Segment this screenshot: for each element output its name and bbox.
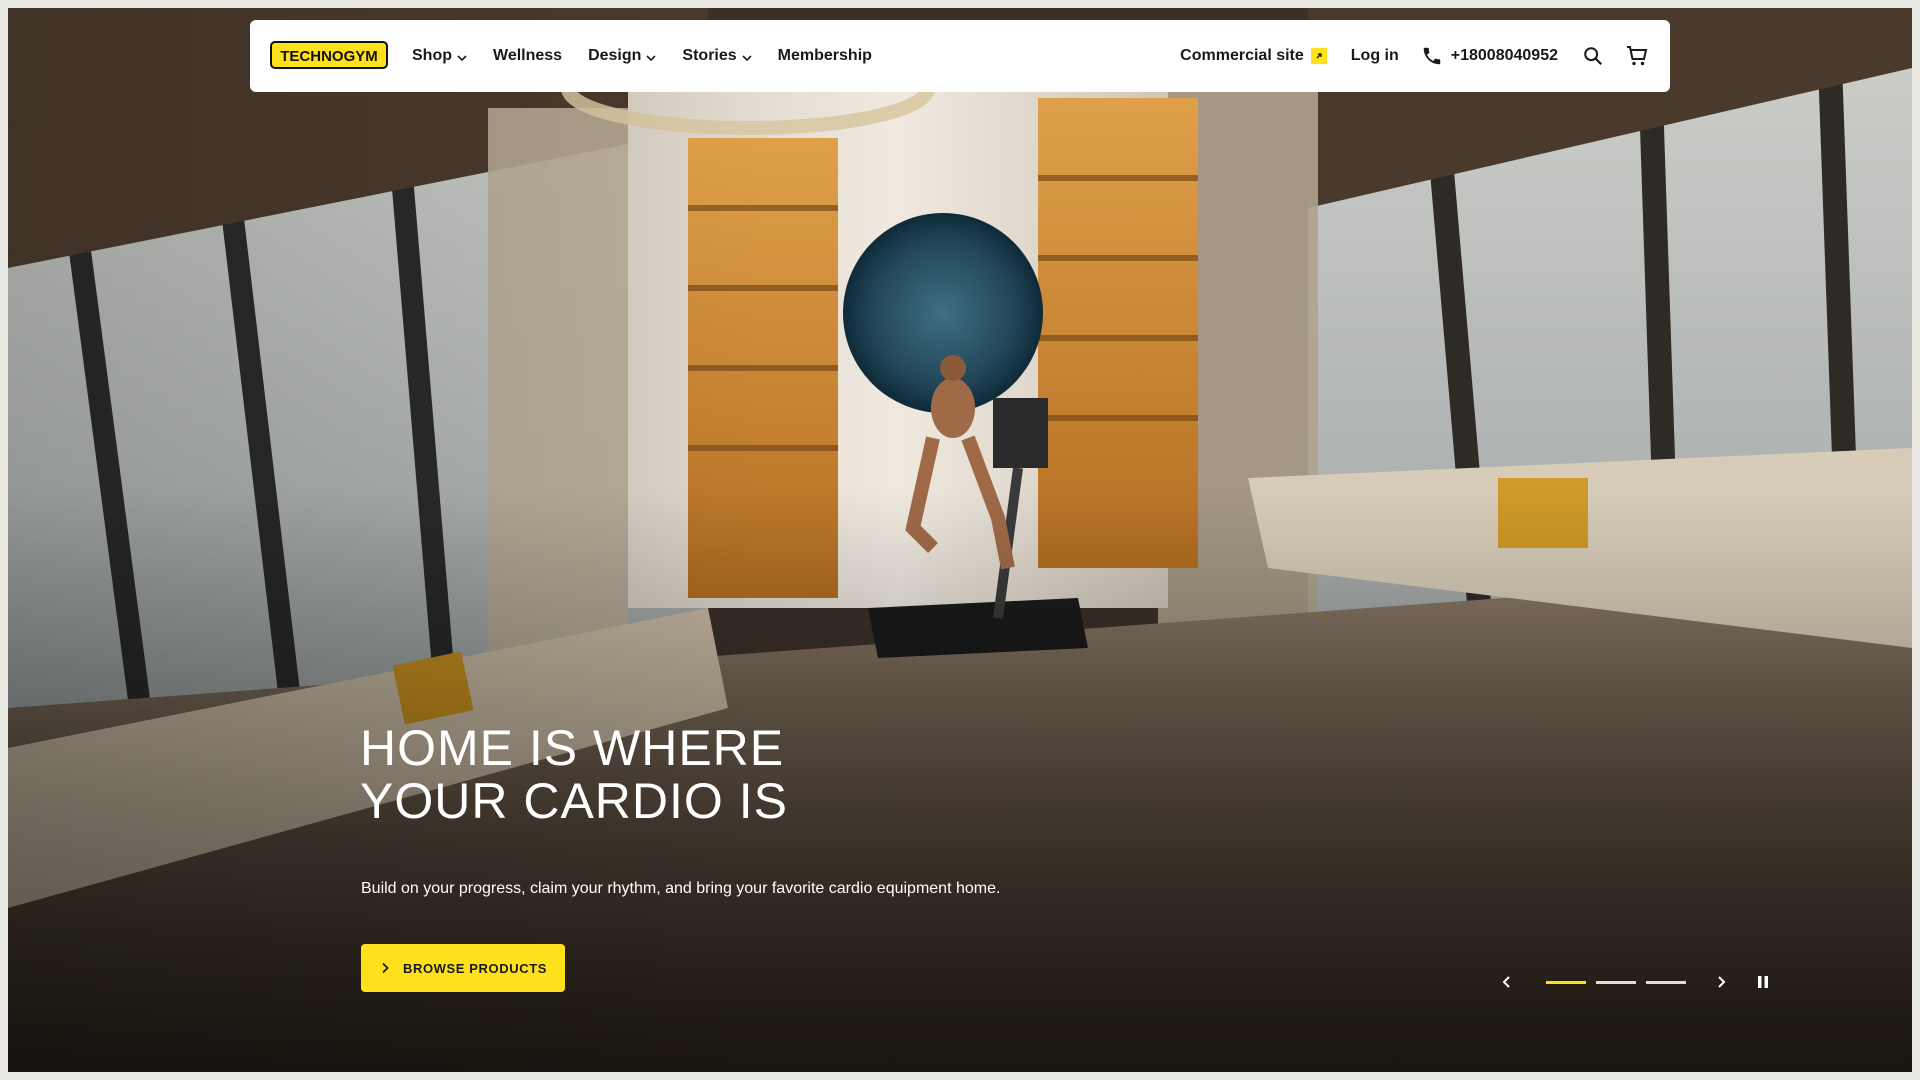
hero-subtext: Build on your progress, claim your rhyth… <box>361 880 1001 897</box>
nav-shop-label: Shop <box>412 47 452 64</box>
external-link-icon <box>1310 48 1327 64</box>
header-utilities: Commercial site Log in +18008040952 <box>1180 43 1650 69</box>
technogym-logo[interactable]: TECHNOGYM <box>270 39 388 73</box>
carousel-dots <box>1546 980 1686 984</box>
login-label: Log in <box>1350 47 1399 64</box>
cart-icon <box>1627 46 1648 66</box>
nav-membership-label: Membership <box>777 47 872 64</box>
hero-overlay <box>8 8 1912 1072</box>
nav-shop[interactable]: Shop <box>412 47 467 65</box>
browse-products-button[interactable]: BROWSE PRODUCTS <box>361 944 565 992</box>
phone-link[interactable]: +18008040952 <box>1421 45 1558 67</box>
svg-text:TECHNOGYM: TECHNOGYM <box>280 48 378 65</box>
nav-stories-label: Stories <box>682 47 737 64</box>
carousel-controls <box>1496 970 1774 994</box>
phone-number: +18008040952 <box>1450 47 1558 64</box>
chevron-down-icon <box>457 54 467 61</box>
chevron-down-icon <box>742 54 752 61</box>
chevron-right-icon <box>382 962 389 974</box>
chevron-left-icon <box>1502 976 1510 988</box>
hero-headline: HOME IS WHERE YOUR CARDIO IS <box>360 720 788 829</box>
carousel-dot-1[interactable] <box>1546 980 1586 984</box>
browse-products-label: BROWSE PRODUCTS <box>402 960 548 976</box>
carousel-dot-2[interactable] <box>1596 980 1636 984</box>
main-nav: Shop Wellness Design Stories Membership <box>412 47 898 65</box>
carousel-dot-3[interactable] <box>1646 980 1686 984</box>
phone-icon <box>1423 47 1441 65</box>
pause-icon <box>1758 976 1768 988</box>
cart-button[interactable] <box>1624 43 1650 69</box>
nav-stories[interactable]: Stories <box>682 47 752 65</box>
nav-design-label: Design <box>588 47 642 64</box>
commercial-site-label: Commercial site <box>1180 47 1304 64</box>
nav-wellness[interactable]: Wellness <box>493 47 562 65</box>
site-header: TECHNOGYM Shop Wellness Design Stories M… <box>250 20 1670 92</box>
page-frame: TECHNOGYM Shop Wellness Design Stories M… <box>8 8 1912 1072</box>
search-icon <box>1584 47 1603 66</box>
commercial-site-link[interactable]: Commercial site <box>1180 47 1327 65</box>
carousel-prev-button[interactable] <box>1496 971 1518 993</box>
chevron-right-icon <box>1718 976 1726 988</box>
carousel-pause-button[interactable] <box>1752 971 1774 993</box>
nav-wellness-label: Wellness <box>493 47 563 64</box>
nav-design[interactable]: Design <box>588 47 656 65</box>
login-link[interactable]: Log in <box>1351 47 1399 65</box>
search-button[interactable] <box>1580 43 1606 69</box>
carousel-next-button[interactable] <box>1710 971 1732 993</box>
nav-membership[interactable]: Membership <box>778 47 872 65</box>
chevron-down-icon <box>646 54 656 61</box>
